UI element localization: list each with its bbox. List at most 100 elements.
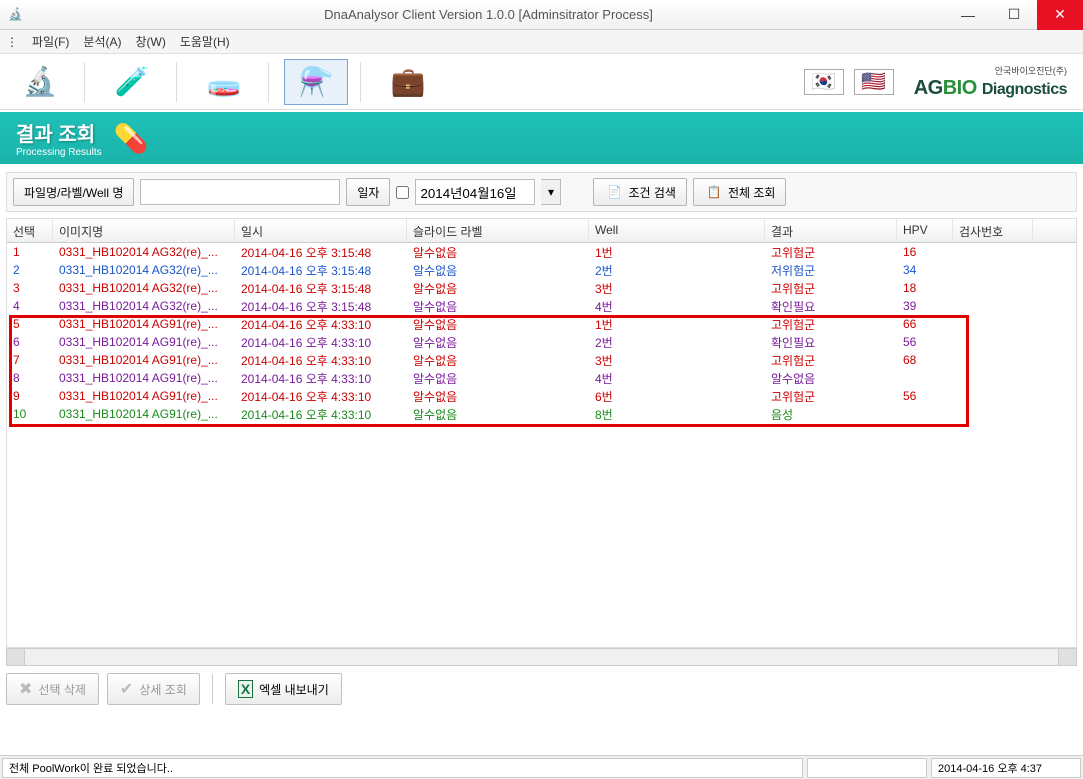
- col-image[interactable]: 이미지명: [53, 219, 235, 242]
- statusbar: 전체 PoolWork이 완료 되었습니다.. 2014-04-16 오후 4:…: [0, 755, 1083, 779]
- cell-label: 알수없음: [407, 406, 589, 423]
- menubar: ⋮ 파일(F) 분석(A) 창(W) 도움말(H): [0, 30, 1083, 54]
- col-result[interactable]: 결과: [765, 219, 897, 242]
- flasks-icon[interactable]: ⚗️: [284, 59, 348, 105]
- col-select[interactable]: 선택: [7, 219, 53, 242]
- cell-result: 음성: [765, 406, 897, 423]
- menu-help[interactable]: 도움말(H): [180, 33, 230, 50]
- cell-datetime: 2014-04-16 오후 3:15:48: [235, 280, 407, 297]
- banner-subtitle: Processing Results: [16, 147, 102, 158]
- table-row[interactable]: 100331_HB102014 AG91(re)_...2014-04-16 오…: [7, 405, 1076, 423]
- table-row[interactable]: 30331_HB102014 AG32(re)_...2014-04-16 오후…: [7, 279, 1076, 297]
- cell-image: 0331_HB102014 AG32(re)_...: [53, 299, 235, 313]
- table-row[interactable]: 20331_HB102014 AG32(re)_...2014-04-16 오후…: [7, 261, 1076, 279]
- cell-hpv: 16: [897, 245, 953, 259]
- col-hpv[interactable]: HPV: [897, 219, 953, 242]
- cell-datetime: 2014-04-16 오후 4:33:10: [235, 388, 407, 405]
- cell-label: 알수없음: [407, 316, 589, 333]
- flag-usa-icon[interactable]: 🇺🇸: [854, 69, 894, 95]
- action-bar: ✖ 선택 삭제 ✔ 상세 조회 X 엑셀 내보내기: [6, 670, 1077, 708]
- menu-analysis[interactable]: 분석(A): [83, 33, 121, 50]
- menu-window[interactable]: 창(W): [135, 33, 165, 50]
- cell-datetime: 2014-04-16 오후 4:33:10: [235, 406, 407, 423]
- date-label-button[interactable]: 일자: [346, 178, 390, 206]
- close-button[interactable]: ✕: [1037, 0, 1083, 30]
- cell-select: 10: [7, 407, 53, 421]
- cell-hpv: 66: [897, 317, 953, 331]
- cell-result: 알수없음: [765, 370, 897, 387]
- bag-icon[interactable]: 💼: [376, 59, 440, 105]
- scroll-left-icon[interactable]: [7, 649, 25, 665]
- searchbar: 파일명/라벨/Well 명 일자 ▾ 📄 조건 검색 📋 전체 조회: [6, 172, 1077, 212]
- microscope-icon[interactable]: 🔬: [8, 59, 72, 105]
- cell-datetime: 2014-04-16 오후 3:15:48: [235, 262, 407, 279]
- detail-view-button[interactable]: ✔ 상세 조회: [107, 673, 200, 705]
- cell-well: 4번: [589, 298, 765, 315]
- scroll-right-icon[interactable]: [1058, 649, 1076, 665]
- cell-label: 알수없음: [407, 370, 589, 387]
- cell-select: 5: [7, 317, 53, 331]
- pills-icon: 💊: [114, 122, 149, 155]
- cell-label: 알수없음: [407, 388, 589, 405]
- cell-hpv: 18: [897, 281, 953, 295]
- col-well[interactable]: Well: [589, 219, 765, 242]
- cell-result: 저위험군: [765, 262, 897, 279]
- cell-select: 2: [7, 263, 53, 277]
- cell-select: 9: [7, 389, 53, 403]
- menu-file[interactable]: 파일(F): [32, 33, 69, 50]
- minimize-button[interactable]: —: [945, 0, 991, 30]
- cell-result: 고위험군: [765, 352, 897, 369]
- flag-korea-icon[interactable]: 🇰🇷: [804, 69, 844, 95]
- date-dropdown-icon[interactable]: ▾: [541, 179, 561, 205]
- logo-main: AGBIO Diagnostics: [914, 77, 1067, 100]
- cell-hpv: 34: [897, 263, 953, 277]
- cell-result: 확인필요: [765, 298, 897, 315]
- table-row[interactable]: 90331_HB102014 AG91(re)_...2014-04-16 오후…: [7, 387, 1076, 405]
- cell-label: 알수없음: [407, 280, 589, 297]
- cell-image: 0331_HB102014 AG91(re)_...: [53, 335, 235, 349]
- cell-well: 1번: [589, 244, 765, 261]
- samples-icon[interactable]: 🧫: [192, 59, 256, 105]
- preview-icon: 📄: [604, 182, 624, 202]
- cell-select: 7: [7, 353, 53, 367]
- export-excel-button[interactable]: X 엑셀 내보내기: [225, 673, 342, 705]
- cell-label: 알수없음: [407, 262, 589, 279]
- cell-label: 알수없음: [407, 298, 589, 315]
- cell-image: 0331_HB102014 AG91(re)_...: [53, 353, 235, 367]
- cell-select: 6: [7, 335, 53, 349]
- col-exam[interactable]: 검사번호: [953, 219, 1033, 242]
- table-row[interactable]: 10331_HB102014 AG32(re)_...2014-04-16 오후…: [7, 243, 1076, 261]
- col-datetime[interactable]: 일시: [235, 219, 407, 242]
- cell-image: 0331_HB102014 AG91(re)_...: [53, 371, 235, 385]
- maximize-button[interactable]: ☐: [991, 0, 1037, 30]
- cell-image: 0331_HB102014 AG91(re)_...: [53, 389, 235, 403]
- separator: [84, 62, 88, 102]
- table-row[interactable]: 60331_HB102014 AG91(re)_...2014-04-16 오후…: [7, 333, 1076, 351]
- cell-datetime: 2014-04-16 오후 3:15:48: [235, 298, 407, 315]
- delete-selected-button[interactable]: ✖ 선택 삭제: [6, 673, 99, 705]
- cell-well: 8번: [589, 406, 765, 423]
- table-row[interactable]: 70331_HB102014 AG91(re)_...2014-04-16 오후…: [7, 351, 1076, 369]
- table-row[interactable]: 40331_HB102014 AG32(re)_...2014-04-16 오후…: [7, 297, 1076, 315]
- titlebar: 🔬 DnaAnalysor Client Version 1.0.0 [Admi…: [0, 0, 1083, 30]
- cell-well: 3번: [589, 280, 765, 297]
- cell-image: 0331_HB102014 AG91(re)_...: [53, 317, 235, 331]
- app-icon: 🔬: [8, 7, 24, 23]
- search-input[interactable]: [140, 179, 340, 205]
- cell-result: 고위험군: [765, 316, 897, 333]
- table-row[interactable]: 80331_HB102014 AG91(re)_...2014-04-16 오후…: [7, 369, 1076, 387]
- filename-label-button[interactable]: 파일명/라벨/Well 명: [13, 178, 134, 206]
- view-all-button[interactable]: 📋 전체 조회: [693, 178, 787, 206]
- table-row[interactable]: 50331_HB102014 AG91(re)_...2014-04-16 오후…: [7, 315, 1076, 333]
- cell-well: 4번: [589, 370, 765, 387]
- condition-search-button[interactable]: 📄 조건 검색: [593, 178, 687, 206]
- horizontal-scrollbar[interactable]: [6, 648, 1077, 666]
- tubes-icon[interactable]: 🧪: [100, 59, 164, 105]
- cell-hpv: 39: [897, 299, 953, 313]
- table-body: 10331_HB102014 AG32(re)_...2014-04-16 오후…: [7, 243, 1076, 423]
- date-input[interactable]: [415, 179, 535, 205]
- date-checkbox[interactable]: [396, 186, 409, 199]
- cell-result: 고위험군: [765, 388, 897, 405]
- col-label[interactable]: 슬라이드 라벨: [407, 219, 589, 242]
- cell-hpv: 56: [897, 335, 953, 349]
